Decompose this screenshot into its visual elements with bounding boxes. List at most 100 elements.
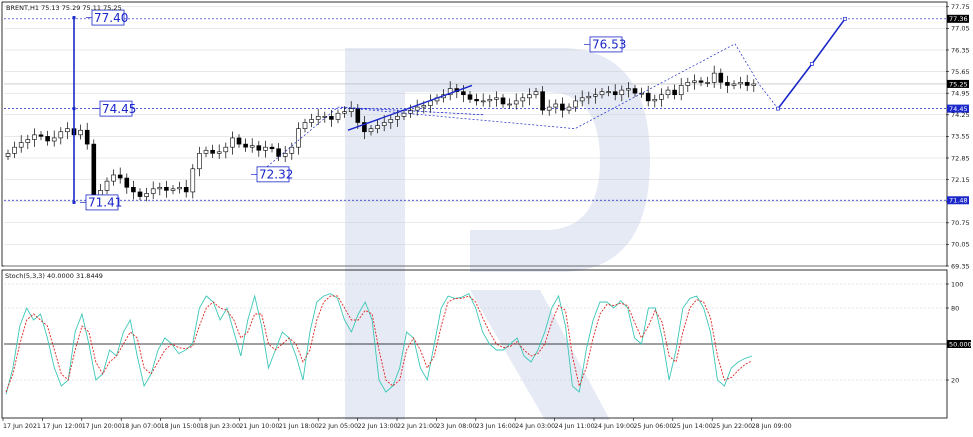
candle-body	[414, 106, 420, 111]
candle-body	[711, 72, 717, 83]
candle-body	[18, 142, 24, 148]
candle-body	[540, 91, 545, 111]
stoch-mid-label-text: 50.0000	[949, 340, 973, 348]
grid-layer	[4, 6, 946, 267]
candle-body	[579, 97, 585, 102]
candle-body	[236, 137, 242, 145]
main-panel-frame	[1, 1, 948, 267]
candle-body	[249, 145, 255, 148]
candle-body	[725, 82, 730, 86]
candle-body	[355, 108, 361, 123]
candle-body	[45, 136, 50, 142]
candle-body	[65, 128, 70, 133]
candle-body	[309, 119, 314, 123]
x-tick-label: 17 Jun 2021	[3, 423, 41, 430]
candle-body	[599, 91, 605, 96]
watermark-leg	[470, 290, 610, 420]
candle-body	[751, 83, 757, 86]
price-label-text: 75.25	[949, 80, 968, 88]
x-tick-label: 17 Jun 12:00	[42, 423, 82, 430]
candle-body	[368, 128, 374, 133]
candle-body	[705, 82, 710, 84]
stoch-y-tick-label: 80	[951, 304, 959, 312]
candle-body	[157, 187, 163, 190]
candle-body	[342, 111, 347, 114]
x-tick-label: 24 Jun 11:00	[555, 423, 595, 430]
candle-body	[401, 112, 407, 117]
candle-body	[197, 153, 202, 170]
annotation-label: 76.53	[592, 38, 626, 52]
chart-root: 77.40 74.45 72.32 71.41 76.53 69.35 70.05 70.7…	[0, 0, 973, 433]
candle-body	[269, 146, 275, 150]
candle-body	[381, 122, 387, 126]
candle-body	[480, 100, 486, 103]
drawing-layer: 77.40 74.45 72.32 71.41 76.53	[72, 9, 847, 211]
candle-body	[282, 153, 288, 157]
candle-body	[500, 97, 506, 105]
candle-body	[632, 88, 638, 94]
main-header-label: BRENT,H1 75.13 75.29 75.11 75.25	[6, 4, 122, 12]
forecast-handle	[843, 16, 847, 21]
candle-body	[546, 106, 552, 111]
x-tick-label: 17 Jun 20:00	[82, 423, 122, 430]
x-tick-label: 24 Jun 19:00	[594, 423, 634, 430]
y-tick-label: 69.35	[951, 262, 970, 270]
candle-body	[566, 106, 572, 111]
candle-body	[177, 187, 182, 190]
candle-body	[78, 129, 83, 136]
candle-body	[5, 153, 11, 157]
candle-body	[296, 128, 301, 148]
price-label-text: 74.45	[949, 105, 968, 113]
candle-body	[190, 168, 196, 193]
candle-body	[348, 108, 354, 113]
candle-body	[302, 122, 308, 129]
candle-body	[256, 145, 262, 151]
candle-body	[612, 91, 618, 96]
candle-body	[84, 129, 90, 145]
spike-handle	[72, 16, 76, 20]
y-tick-label: 70.75	[951, 219, 970, 227]
candle-body	[131, 187, 136, 193]
price-label-text: 77.36	[949, 15, 968, 23]
candle-body	[619, 89, 625, 96]
candle-body	[164, 187, 169, 191]
y-tick-label: 72.15	[951, 176, 970, 184]
candle-body	[243, 143, 248, 148]
candle-body	[375, 125, 380, 129]
x-tick-label: 18 Jun 15:00	[161, 423, 201, 430]
y-tick-label: 73.55	[951, 133, 970, 141]
candle-body	[276, 148, 281, 157]
x-tick-label: 21 Jun 10:00	[239, 423, 279, 430]
candle-body	[507, 103, 512, 106]
annotation-label: 77.40	[94, 11, 128, 25]
y-tick-label: 77.75	[951, 3, 970, 11]
candle-body	[560, 103, 565, 111]
candle-body	[388, 119, 394, 123]
stoch-header-label: Stoch(5,3,3) 40.0000 31.8449	[5, 272, 103, 280]
y-tick-label: 77.05	[951, 25, 970, 33]
stoch-y-tick-label: 20	[951, 376, 959, 384]
candle-body	[573, 100, 578, 108]
chart-svg: 77.40 74.45 72.32 71.41 76.53 69.35 70.05 70.7…	[1, 1, 973, 430]
y-tick-label: 75.65	[951, 68, 970, 76]
candle-body	[38, 134, 44, 137]
stoch-layer	[4, 283, 946, 395]
candle-body	[467, 94, 473, 100]
x-tick-label: 25 Jun 22:00	[712, 423, 752, 430]
candle-body	[678, 85, 684, 96]
candle-body	[150, 188, 156, 194]
candle-body	[738, 82, 743, 85]
candle-body	[744, 82, 750, 86]
candle-body	[652, 99, 658, 102]
candle-body	[315, 116, 321, 120]
candle-body	[51, 137, 57, 142]
candle-body	[626, 88, 631, 91]
y-tick-label: 74.95	[951, 89, 970, 97]
x-tick-label: 22 Jun 21:00	[397, 423, 437, 430]
candle-body	[25, 139, 31, 143]
candle-body	[117, 174, 123, 179]
candle-body	[144, 193, 149, 197]
candle-body	[210, 149, 215, 154]
candle-body	[487, 99, 493, 102]
candle-body	[216, 151, 222, 154]
